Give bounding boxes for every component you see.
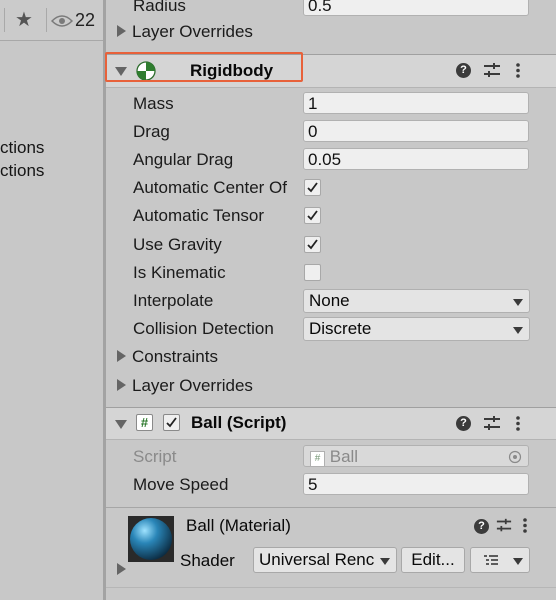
kebab-icon[interactable] [522,517,528,534]
ball-script-title: Ball (Script) [191,413,287,432]
scene-toolbar: ★ 22 [0,0,103,41]
checkmark-icon [166,417,177,428]
interpolate-dropdown[interactable]: None [303,289,530,313]
foldout-label: Layer Overrides [132,22,253,41]
preset-icon[interactable] [483,62,501,79]
chevron-down-icon [513,327,523,334]
toolbar-separator [4,8,5,32]
edit-shader-button[interactable]: Edit... [401,547,465,573]
automatic-tensor-checkbox[interactable] [304,207,321,224]
hierarchy-panel [0,0,103,600]
mass-label: Mass [133,94,174,113]
left-text-line: ctions [0,138,45,157]
star-icon[interactable]: ★ [15,9,33,31]
automatic-tensor-label: Automatic Tensor [133,206,265,225]
left-text-line: ctions [0,161,45,180]
use-gravity-label: Use Gravity [133,235,222,254]
script-label: Script [133,447,177,466]
script-field: # Ball [303,445,529,467]
help-icon[interactable]: ? [456,416,471,431]
sphere-icon [130,518,172,560]
shader-label: Shader [180,551,235,570]
foldout-arrow-icon [117,25,126,37]
ball-script-header[interactable]: # Ball (Script) ? [106,407,556,440]
foldout-arrow-icon [117,379,126,391]
preset-icon[interactable] [496,517,512,534]
shader-value: Universal Renc [259,550,375,569]
script-value: Ball [329,447,359,466]
layer-overrides-foldout[interactable]: Layer Overrides [117,376,253,396]
radius-field[interactable]: 0.5 [303,0,529,16]
script-icon: # [136,414,153,431]
section-divider [106,507,556,508]
checkmark-icon [307,239,318,250]
highlight-box [105,52,303,82]
material-foldout-arrow-icon[interactable] [117,563,126,575]
visibility-count: 22 [75,10,96,30]
checkmark-icon [307,210,318,221]
shader-options-dropdown[interactable] [470,547,530,573]
move-speed-label: Move Speed [133,475,229,494]
shader-dropdown[interactable]: Universal Renc [253,547,397,573]
chevron-down-icon [380,558,390,565]
angular-drag-field[interactable]: 0.05 [303,148,529,170]
material-preview[interactable] [128,516,174,562]
drag-field[interactable]: 0 [303,120,529,142]
collision-detection-dropdown[interactable]: Discrete [303,317,530,341]
kebab-icon[interactable] [515,62,521,79]
foldout-label: Constraints [132,347,218,366]
is-kinematic-label: Is Kinematic [133,263,226,282]
eye-icon[interactable] [50,14,74,33]
collapse-arrow-icon[interactable] [115,420,127,429]
drag-label: Drag [133,122,170,141]
radius-label: Radius [133,0,186,15]
help-icon[interactable]: ? [474,519,489,534]
chevron-down-icon [513,299,523,306]
script-enabled-checkbox[interactable] [163,414,180,431]
use-gravity-checkbox[interactable] [304,236,321,253]
list-icon [484,555,498,565]
automatic-center-label: Automatic Center Of [133,178,288,197]
collision-detection-label: Collision Detection [133,319,274,338]
help-icon[interactable]: ? [456,63,471,78]
checkmark-icon [307,182,318,193]
kebab-icon[interactable] [515,415,521,432]
move-speed-field[interactable]: 5 [303,473,529,495]
toolbar-separator [46,8,47,32]
automatic-center-checkbox[interactable] [304,179,321,196]
target-icon[interactable] [508,450,522,464]
is-kinematic-checkbox[interactable] [304,264,321,281]
preset-icon[interactable] [483,415,501,432]
script-icon: # [310,451,325,467]
material-title: Ball (Material) [186,516,291,535]
section-divider [106,587,556,588]
angular-drag-label: Angular Drag [133,150,234,169]
foldout-label: Layer Overrides [132,376,253,395]
constraints-foldout[interactable]: Constraints [117,347,218,367]
chevron-down-icon [513,558,523,565]
layer-overrides-foldout-top[interactable]: Layer Overrides [117,22,253,42]
interpolate-value: None [309,291,350,310]
interpolate-label: Interpolate [133,291,214,310]
foldout-arrow-icon [117,350,126,362]
collision-detection-value: Discrete [309,319,372,338]
mass-field[interactable]: 1 [303,92,529,114]
